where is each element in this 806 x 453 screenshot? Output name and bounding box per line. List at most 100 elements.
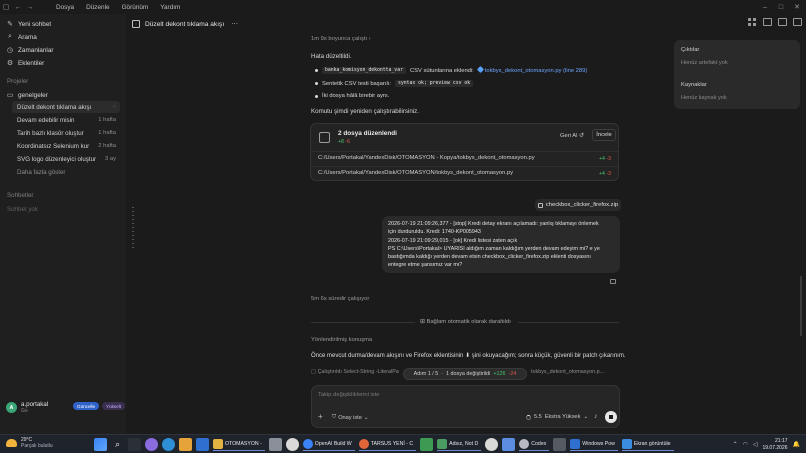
list-item: İki dosya hâlâ birebir aynı. xyxy=(315,93,389,99)
wifi-icon[interactable]: ◠ xyxy=(743,441,748,448)
permission-select[interactable]: ⛉ Onay iste ⌄ xyxy=(332,414,369,421)
calculator-icon[interactable] xyxy=(268,438,282,451)
sidebar-scheduled[interactable]: ◷ Zamanlanlar xyxy=(6,45,54,55)
add-attachment-icon[interactable]: + xyxy=(318,412,323,421)
taskbar-app[interactable]: OTOMASYON - xyxy=(213,438,265,451)
menu-edit[interactable]: Düzenle xyxy=(86,4,109,11)
app-icon[interactable] xyxy=(502,438,516,451)
sources-empty: Henüz kaynak yok xyxy=(681,95,727,101)
removed-count: -6 xyxy=(345,139,350,145)
chevron-up-icon[interactable]: ⌃ xyxy=(733,441,738,448)
user-message: 2026-07-19 21:09:26,377 - [stop] Kredi d… xyxy=(382,216,620,273)
more-options-icon[interactable]: ⋯ xyxy=(231,20,238,28)
menu-bar: Dosya Düzenle Görünüm Yardım xyxy=(56,4,180,11)
scrollbar[interactable] xyxy=(800,276,802,336)
chrome-icon[interactable] xyxy=(485,438,499,451)
sidebar-search[interactable]: ⌕ Arama xyxy=(6,32,37,42)
taskbar-app[interactable]: Ekran görüntüle xyxy=(621,438,674,451)
clock-date: 19.07.2026 xyxy=(762,444,788,451)
thread-item[interactable]: Koordinatsız Selenium kur 2 hafta xyxy=(12,140,120,152)
header-actions xyxy=(748,18,802,26)
thought-for-label[interactable]: 5m 6s süredir çalışıyor xyxy=(311,296,369,302)
show-more-link[interactable]: Daha fazla göster xyxy=(12,166,120,178)
taskbar-app[interactable]: OpenAI Build W xyxy=(302,438,355,451)
taskbar-app[interactable]: TARSUS YENİ - C xyxy=(358,438,417,451)
title-bar: ▢ ← → Dosya Düzenle Görünüm Yardım – □ ✕ xyxy=(0,0,806,14)
task-view-icon[interactable] xyxy=(128,438,141,451)
close-icon[interactable]: ✕ xyxy=(792,1,802,13)
layout-grid-icon[interactable] xyxy=(748,18,757,26)
assistant-paragraph: Önce mevcut durma/devam akışını ve Firef… xyxy=(311,353,626,359)
thread-title: SVG logo düzenleyici oluştur xyxy=(17,155,97,163)
chrome-icon[interactable] xyxy=(285,438,299,451)
mail-icon[interactable] xyxy=(196,438,209,451)
taskbar-app[interactable]: Codex xyxy=(519,438,550,451)
forward-icon[interactable]: → xyxy=(24,1,36,13)
thread-item-active[interactable]: Düzelt dekont tıklama akışı ◌ xyxy=(12,101,120,113)
taskbar-app[interactable]: Windows Pow xyxy=(570,438,618,451)
sidebar-new-chat[interactable]: ✎ Yeni sohbet xyxy=(6,19,51,29)
thread-item[interactable]: Tarih bazlı klasör oluştur 1 hafta xyxy=(12,127,120,139)
undo-button[interactable]: Geri Al ↺ xyxy=(560,133,584,139)
command-run-item[interactable]: ▢ Çalıştırıldı Select-String -LiteralPa xyxy=(311,369,399,375)
loading-icon: ◌ xyxy=(112,104,116,110)
minimize-icon[interactable]: – xyxy=(760,1,770,13)
menu-file[interactable]: Dosya xyxy=(56,4,74,11)
upgrade-badge[interactable]: Yükselt xyxy=(102,402,126,410)
sidebar-plugins[interactable]: ⚙ Eklentiler xyxy=(6,58,44,68)
right-panel-icon[interactable] xyxy=(793,18,802,26)
taskbar-app-label: Codex xyxy=(531,441,547,447)
thread-item[interactable]: Devam edebilir misin 1 hafta xyxy=(12,114,120,126)
removed-count: -24 xyxy=(508,371,517,377)
edge-icon[interactable] xyxy=(162,438,175,451)
microphone-icon[interactable]: ♪ xyxy=(594,413,598,420)
command-text: Çalıştırıldı Select-String -LiteralPa xyxy=(317,369,399,375)
sources-title: Kaynaklar xyxy=(681,82,707,88)
volume-icon[interactable]: ◁ xyxy=(753,441,758,448)
excel-icon[interactable] xyxy=(420,438,434,451)
file-explorer-icon[interactable] xyxy=(179,438,192,451)
menu-help[interactable]: Yardım xyxy=(160,4,180,11)
file-path[interactable]: C:/Users/Portakal/YandexDisk/OTOMASYON/t… xyxy=(318,170,513,176)
plugin-icon: ⚙ xyxy=(6,60,14,67)
bullet-text: Sentetik CSV testi başarılı: xyxy=(322,80,391,87)
sidebar-toggle-icon[interactable]: ▢ xyxy=(0,1,12,13)
maximize-icon[interactable]: □ xyxy=(776,1,786,13)
search-icon[interactable]: ⌕ xyxy=(111,438,124,451)
copilot-icon[interactable] xyxy=(145,438,158,451)
sidebar-item-label: Yeni sohbet xyxy=(18,20,52,28)
message-timeline[interactable] xyxy=(132,207,135,251)
notification-icon[interactable]: 🔔 xyxy=(793,441,800,448)
review-button[interactable]: İncele xyxy=(592,129,616,141)
user-profile[interactable]: A a.portakal Go xyxy=(6,401,48,414)
copy-icon[interactable] xyxy=(610,279,616,284)
thread-item[interactable]: SVG logo düzenleyici oluştur 3 ay xyxy=(12,153,120,165)
chevron-down-icon: ⌄ xyxy=(363,414,369,421)
terminal-icon[interactable] xyxy=(553,438,567,451)
avatar: A xyxy=(6,402,17,413)
clock[interactable]: 21:17 19.07.2026 xyxy=(762,438,787,451)
file-path[interactable]: C:/Users/Portakal/YandexDisk/OTOMASYON -… xyxy=(318,155,535,161)
model-select[interactable]: 5.5 Ekstra Yüksek ⌄ xyxy=(526,414,588,420)
step-progress-pill[interactable]: Adım 1 / 5 · 1 dosya değiştirildi +126 -… xyxy=(403,368,527,380)
split-view-icon[interactable] xyxy=(778,18,787,26)
stop-button[interactable] xyxy=(605,411,617,423)
worked-for-toggle[interactable]: 1m 9s boyunca çalıştı › xyxy=(311,36,371,42)
window-controls: – □ ✕ xyxy=(760,1,802,13)
attachment-chip[interactable]: checkbox_clicker_firefox.zip xyxy=(535,199,621,211)
taskbar-app-label: Ekran görüntüle xyxy=(633,441,671,447)
outputs-title: Çıktılar xyxy=(681,47,700,53)
panel-toggle-icon[interactable] xyxy=(763,18,772,26)
taskbar-app[interactable]: Adsız, Not D xyxy=(437,438,482,451)
worked-for-label: 1m 9s boyunca çalıştı xyxy=(311,36,368,42)
weather-widget[interactable]: 29°C Parçalı bulutlu xyxy=(6,437,53,449)
back-icon[interactable]: ← xyxy=(12,1,24,13)
thread-header: Düzelt dekont tıklama akışı ⋯ xyxy=(126,14,806,34)
file-link[interactable]: tokbys_dekont_otomasyon.py (line 289) xyxy=(476,65,587,74)
menu-view[interactable]: Görünüm xyxy=(122,4,149,11)
project-genelgeler[interactable]: ▭ genelgeler xyxy=(6,90,48,100)
start-icon[interactable] xyxy=(94,438,107,451)
composer-input[interactable]: Takip değişikliklerini iste xyxy=(318,392,380,398)
command-run-file: tokbys_dekont_otomasyon.p... xyxy=(531,369,605,375)
update-button[interactable]: Güncelle xyxy=(73,402,100,410)
